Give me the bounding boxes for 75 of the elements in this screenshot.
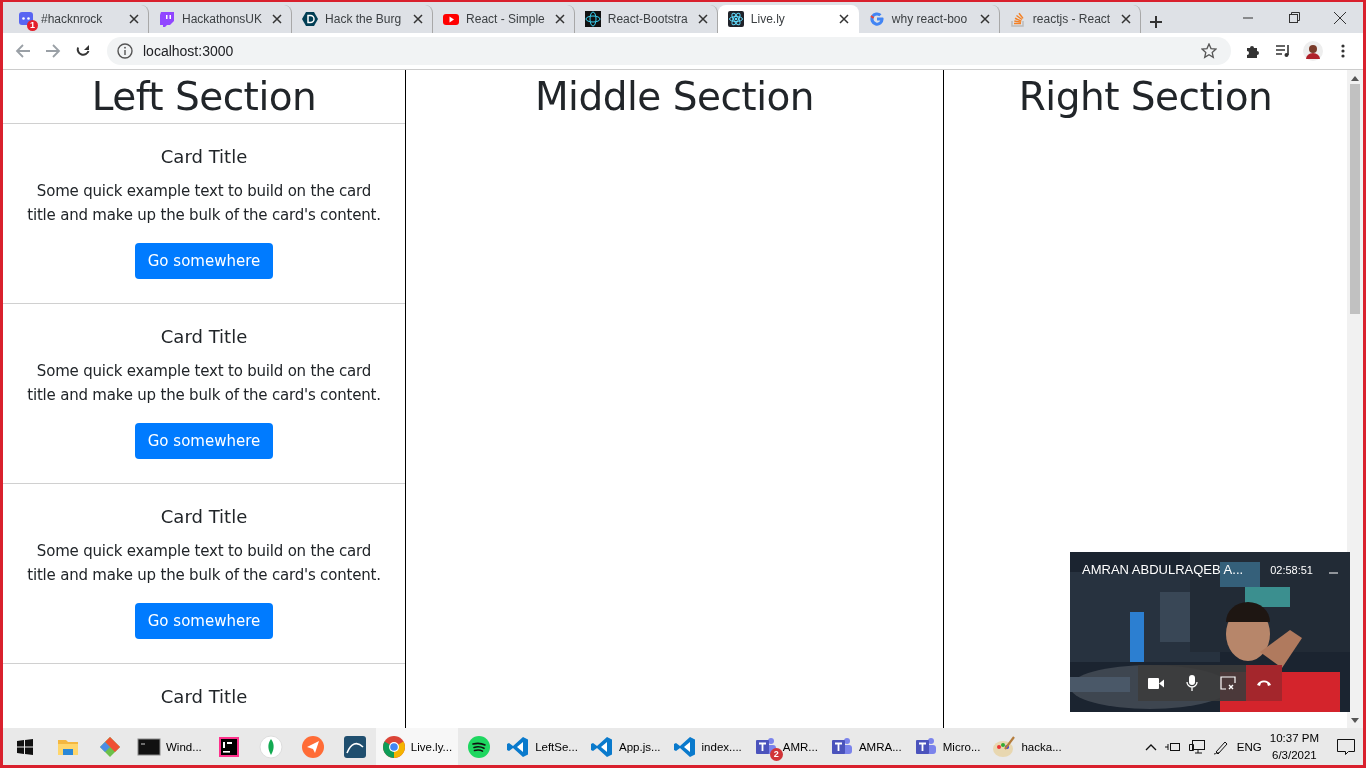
taskbar-app[interactable]: LeftSe...: [500, 728, 584, 765]
speech-bubble-icon: [159, 11, 175, 27]
atom-icon: [584, 11, 601, 27]
scroll-down-icon[interactable]: [1351, 718, 1359, 724]
notification-icon[interactable]: [1337, 738, 1355, 755]
card-text: Some quick example text to build on the card title and make up the bulk of the card's content.: [26, 181, 382, 226]
tab-title: Hack the Burg: [325, 12, 403, 26]
browser-tab[interactable]: Live.ly: [717, 5, 859, 33]
card-text: Some quick example text to build on the card title and make up the bulk of the card's content.: [26, 361, 382, 406]
taskbar-app[interactable]: AMRA...: [823, 728, 908, 765]
section-heading: Left Section: [90, 73, 318, 121]
atom-icon: [727, 11, 744, 27]
tab-title: React-Bootstra: [607, 12, 688, 26]
paper-plane-icon: [300, 734, 325, 759]
go-button[interactable]: Go somewhere: [134, 423, 274, 459]
screen-icon: [1220, 676, 1236, 690]
browser-icon: [381, 734, 406, 759]
hexagon-icon: [302, 11, 319, 27]
chevron-up-icon[interactable]: [1144, 742, 1157, 751]
diamond-icon: [98, 734, 122, 759]
database-icon: [342, 734, 367, 759]
language-indicator[interactable]: ENG: [1236, 740, 1262, 753]
music-icon: [467, 734, 492, 759]
taskbar-app[interactable]: Wind...: [131, 728, 208, 765]
section-heading: Right Section: [1017, 73, 1274, 121]
battery-icon[interactable]: [1164, 740, 1181, 753]
url-text: localhost:3000: [143, 43, 235, 59]
info-icon[interactable]: [117, 43, 133, 59]
code-editor-icon: [589, 734, 614, 759]
search-engine-icon: [868, 11, 885, 27]
windows-icon: [17, 738, 33, 755]
tab-title: React - Simple: [466, 12, 545, 26]
notification-badge: 1: [27, 20, 38, 31]
address-bar[interactable]: localhost:3000: [107, 37, 1231, 65]
scrollbar[interactable]: [1347, 70, 1363, 728]
card-title: Card Title: [160, 146, 248, 167]
tab-title: HackathonsUK: [182, 12, 263, 26]
scroll-up-icon[interactable]: [1351, 75, 1359, 81]
phone-icon: [1256, 679, 1272, 687]
taskbar-app[interactable]: index....: [666, 728, 748, 765]
avatar-icon[interactable]: [1301, 41, 1325, 61]
scroll-thumb[interactable]: [1350, 84, 1360, 314]
palette-icon: [992, 734, 1017, 759]
camera-icon: [1148, 677, 1164, 689]
caller-name: AMRAN ABDULRAQEB A...: [1082, 562, 1245, 577]
chat-app-icon: [18, 11, 34, 27]
card-text: Some quick example text to build on the card title and make up the bulk of the card's content.: [26, 541, 382, 586]
square-logo-icon: [216, 734, 241, 759]
new-tab-icon[interactable]: [1148, 15, 1163, 29]
hang-up-button[interactable]: [1246, 665, 1282, 701]
tab-title: Live.ly: [750, 12, 786, 26]
tab-title: reactjs - React: [1032, 12, 1111, 26]
taskbar-app[interactable]: AMR... 2: [747, 728, 824, 765]
call-timer: 02:58:51: [1270, 563, 1313, 576]
leaf-icon: [258, 734, 283, 759]
play-icon: [443, 11, 460, 27]
tab-title: #hacknrock: [41, 12, 104, 26]
microphone-icon: [1186, 675, 1198, 691]
card-title: Card Title: [160, 686, 248, 707]
go-button[interactable]: Go somewhere: [134, 243, 274, 279]
go-button[interactable]: Go somewhere: [134, 603, 274, 639]
section-heading: Middle Section: [533, 73, 816, 121]
taskbar-app[interactable]: App.js...: [583, 728, 667, 765]
code-editor-icon: [672, 734, 697, 759]
notification-badge: 2: [769, 748, 783, 761]
stack-icon: [1009, 11, 1026, 27]
card-title: Card Title: [160, 506, 248, 527]
taskbar-app[interactable]: Live.ly...: [375, 728, 459, 765]
network-icon[interactable]: [1188, 739, 1205, 754]
taskbar-app[interactable]: Micro...: [907, 728, 987, 765]
tab-title: why react-boo: [891, 12, 969, 26]
clock[interactable]: 10:37 PM 6/3/2021: [1269, 729, 1319, 764]
taskbar-app[interactable]: hacka...: [986, 728, 1068, 765]
card-title: Card Title: [160, 326, 248, 347]
code-editor-icon: [506, 734, 531, 759]
